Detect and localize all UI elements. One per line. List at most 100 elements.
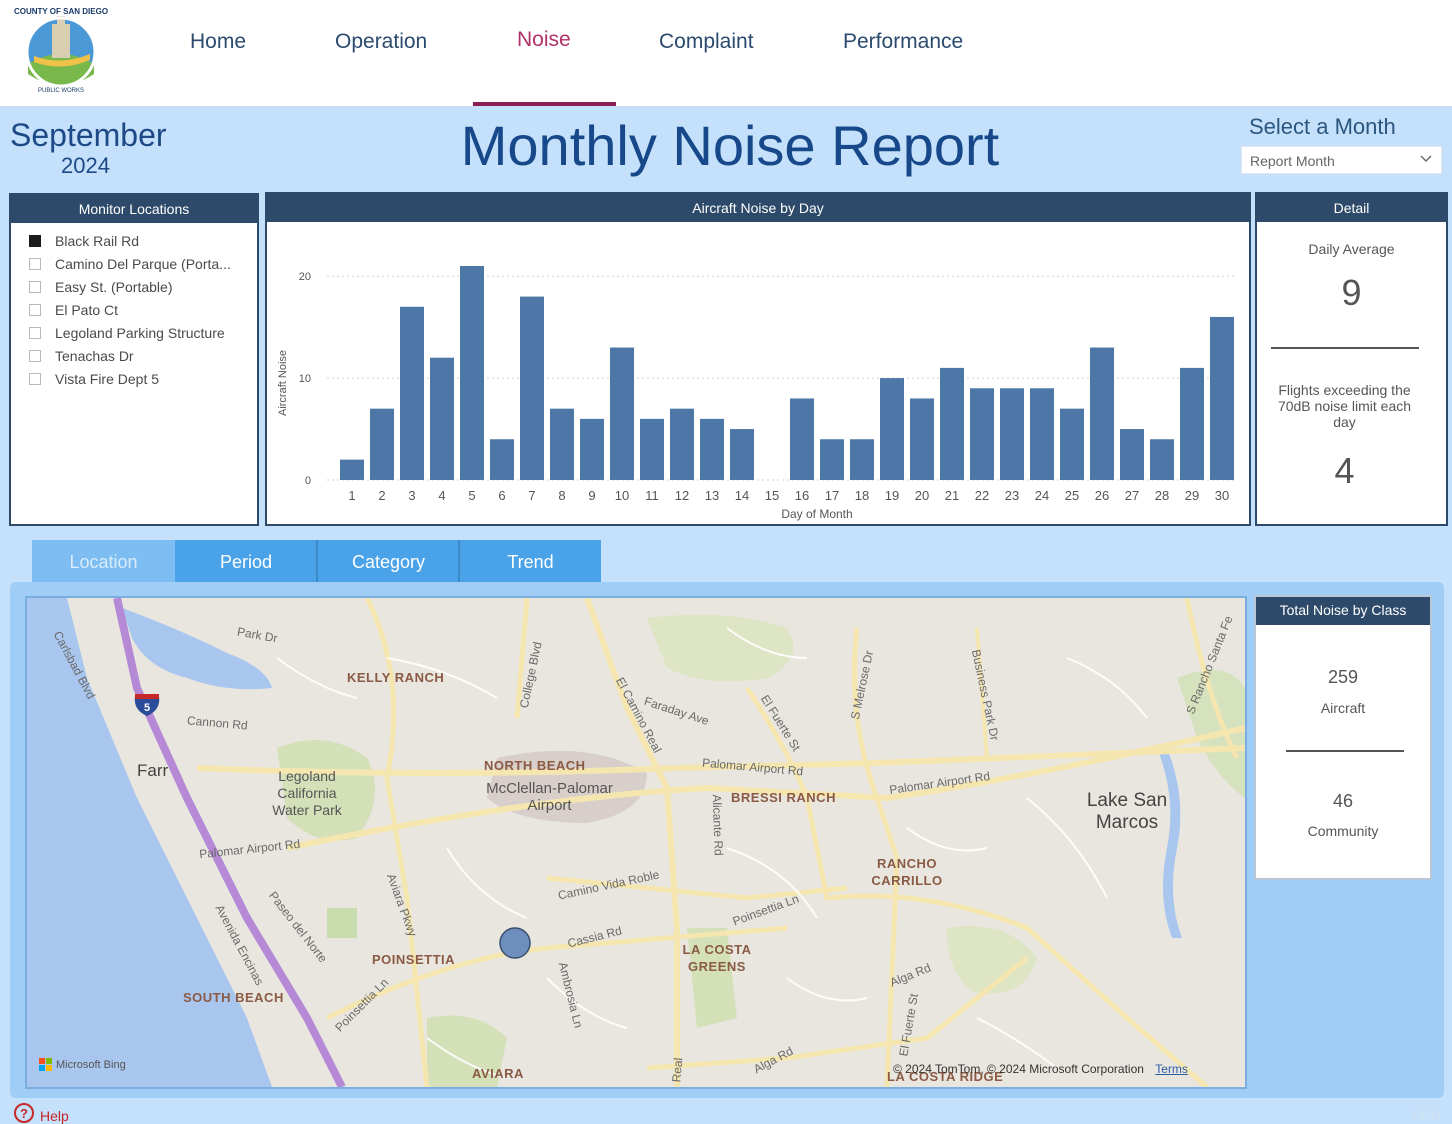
total-noise-divider <box>1286 750 1404 752</box>
svg-text:COUNTY OF SAN DIEGO: COUNTY OF SAN DIEGO <box>14 7 108 16</box>
chart-bar[interactable] <box>910 398 934 480</box>
chart-x-tick-label: 27 <box>1125 488 1139 503</box>
monitor-location-checkbox[interactable] <box>29 372 41 385</box>
monitor-locations-title: Monitor Locations <box>11 195 257 223</box>
help-link[interactable]: ? Help <box>14 1102 69 1124</box>
chart-bar[interactable] <box>430 357 454 480</box>
chart-bar[interactable] <box>820 439 844 480</box>
chart-bar[interactable] <box>940 367 964 480</box>
chart-bar[interactable] <box>700 418 724 480</box>
help-label: Help <box>40 1108 69 1124</box>
chart-bar[interactable] <box>1180 367 1204 480</box>
exceed-limit-label: Flights exceeding the 70dB noise limit e… <box>1277 382 1412 430</box>
monitor-location-checkbox[interactable] <box>29 326 41 339</box>
monitor-location-checkbox[interactable] <box>29 280 41 293</box>
chart-x-tick-label: 16 <box>795 488 809 503</box>
chart-y-tick-label: 0 <box>305 475 311 487</box>
chart-bar[interactable] <box>1120 429 1144 480</box>
daily-average-label: Daily Average <box>1308 241 1395 257</box>
chart-bar[interactable] <box>640 418 664 480</box>
chart-bar[interactable] <box>1060 408 1084 480</box>
monitor-location-item[interactable]: Easy St. (Portable) <box>29 275 231 298</box>
report-year: 2024 <box>61 153 110 178</box>
nav-performance[interactable]: Performance <box>843 30 963 54</box>
map-provider-attribution: Microsoft Bing <box>39 1058 126 1071</box>
chart-bar[interactable] <box>1000 388 1024 480</box>
monitor-location-item[interactable]: Camino Del Parque (Porta... <box>29 252 231 275</box>
map-label-aviara: AVIARA <box>472 1066 524 1081</box>
monitor-map[interactable]: 5 KELLY RANCH NORTH BEACH BRESSI RANCH R… <box>25 596 1247 1089</box>
map-copyright: © 2024 TomTom, © 2024 Microsoft Corporat… <box>893 1062 1188 1076</box>
monitor-location-label: Vista Fire Dept 5 <box>55 370 160 387</box>
chart-bar[interactable] <box>850 439 874 480</box>
monitor-location-checkbox[interactable] <box>29 349 41 362</box>
chart-bar[interactable] <box>340 459 364 480</box>
detail-title: Detail <box>1257 194 1446 222</box>
chart-bar[interactable] <box>670 408 694 480</box>
detail-panel: Detail Daily Average 9 Flights exceeding… <box>1255 192 1448 526</box>
monitor-location-label: El Pato Ct <box>55 301 119 318</box>
chart-bar[interactable] <box>730 429 754 480</box>
chart-bar[interactable] <box>880 378 904 480</box>
tab-category[interactable]: Category <box>318 540 459 582</box>
map-provider-label: Microsoft Bing <box>56 1058 126 1071</box>
tab-location[interactable]: Location <box>32 540 175 582</box>
tab-trend[interactable]: Trend <box>460 540 601 582</box>
map-label-legoland: Legoland California Water Park <box>272 768 342 818</box>
chart-bar[interactable] <box>370 408 394 480</box>
community-noise-value: 46 <box>1332 791 1354 811</box>
monitor-location-item[interactable]: El Pato Ct <box>29 298 231 321</box>
chart-x-tick-label: 15 <box>765 488 779 503</box>
chart-bar[interactable] <box>1210 316 1234 480</box>
chart-x-tick-label: 17 <box>825 488 839 503</box>
chart-bar[interactable] <box>1030 388 1054 480</box>
monitor-location-item[interactable]: Legoland Parking Structure <box>29 321 231 344</box>
month-select-dropdown[interactable]: Report Month <box>1241 146 1442 174</box>
total-noise-title: Total Noise by Class <box>1256 597 1430 625</box>
svg-text:?: ? <box>20 1106 28 1121</box>
aircraft-noise-chart-panel: Aircraft Noise by Day 0 10 20 1 2 3 4 5 6 7 8 9 10 11… <box>265 192 1251 526</box>
help-icon: ? <box>14 1103 34 1123</box>
report-month: September <box>10 117 167 153</box>
chart-bar[interactable] <box>970 388 994 480</box>
exceed-limit-value: 4 <box>1334 450 1355 491</box>
chart-bar[interactable] <box>400 306 424 480</box>
monitor-location-marker[interactable] <box>499 927 531 959</box>
nav-noise[interactable]: Noise <box>517 28 571 52</box>
monitor-location-item[interactable]: Black Rail Rd <box>29 229 231 252</box>
chart-bar[interactable] <box>610 347 634 480</box>
chart-bar[interactable] <box>1090 347 1114 480</box>
chart-x-tick-label: 25 <box>1065 488 1079 503</box>
monitor-location-label: Tenachas Dr <box>55 347 134 364</box>
tab-period[interactable]: Period <box>175 540 317 582</box>
map-base-layer: 5 <box>27 598 1245 1087</box>
chart-x-tick-label: 5 <box>468 488 475 503</box>
chart-x-tick-label: 12 <box>675 488 689 503</box>
monitor-location-label: Black Rail Rd <box>55 232 140 249</box>
chart-bar[interactable] <box>1150 439 1174 480</box>
nav-operation[interactable]: Operation <box>335 30 427 54</box>
month-select-value: Report Month <box>1250 153 1335 169</box>
chart-bar[interactable] <box>550 408 574 480</box>
nav-home[interactable]: Home <box>190 30 246 54</box>
chart-bar[interactable] <box>490 439 514 480</box>
chart-y-tick-label: 10 <box>299 373 311 385</box>
map-terms-link[interactable]: Terms <box>1155 1062 1188 1076</box>
monitor-location-item[interactable]: Tenachas Dr <box>29 344 231 367</box>
map-label-lake-san-marcos: Lake San Marcos <box>1086 790 1168 833</box>
total-noise-by-class-panel: Total Noise by Class 259 Aircraft 46 Com… <box>1254 595 1432 880</box>
monitor-location-checkbox[interactable] <box>29 257 41 270</box>
monitor-location-item[interactable]: Vista Fire Dept 5 <box>29 367 231 390</box>
monitor-location-checkbox[interactable] <box>29 303 41 316</box>
chart-bar[interactable] <box>580 418 604 480</box>
chart-x-tick-label: 3 <box>408 488 415 503</box>
chart-bar[interactable] <box>790 398 814 480</box>
chart-bar[interactable] <box>520 296 544 480</box>
chart-bar[interactable] <box>460 266 484 480</box>
monitor-location-label: Legoland Parking Structure <box>55 324 225 341</box>
map-copyright-text: © 2024 TomTom, © 2024 Microsoft Corporat… <box>893 1062 1144 1076</box>
monitor-location-checkbox[interactable] <box>29 234 41 247</box>
nav-complaint[interactable]: Complaint <box>659 30 754 54</box>
map-label-la-costa-greens: LA COSTA GREENS <box>682 942 752 974</box>
aircraft-noise-value: 259 <box>1327 667 1359 687</box>
